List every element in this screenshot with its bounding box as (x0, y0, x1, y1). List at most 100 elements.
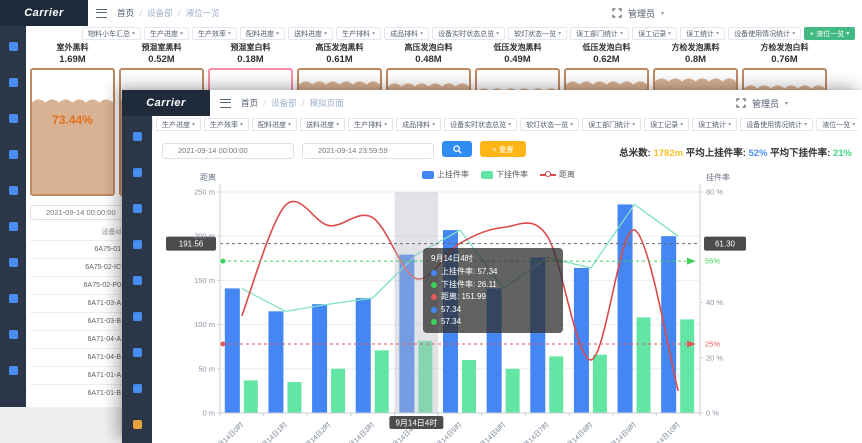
tab-label: 误工记录 (650, 120, 678, 130)
tab-误工部门统计[interactable]: 误工部门统计▾ (582, 118, 641, 131)
start-time-input[interactable] (162, 143, 294, 159)
end-time-input[interactable] (302, 143, 434, 159)
sidebar-toggle-icon[interactable] (96, 9, 107, 18)
active-tab-dot-icon: ● (810, 31, 813, 37)
sidebar-menu-icon[interactable] (133, 240, 142, 249)
user-menu[interactable]: 管理员 (752, 97, 779, 110)
sidebar-menu-icon[interactable] (133, 312, 142, 321)
table-row[interactable]: 6A71-01-A (30, 366, 123, 384)
sidebar-menu-icon[interactable] (9, 42, 18, 51)
chevron-down-icon: ▾ (785, 100, 788, 107)
tab-生产效率[interactable]: 生产效率▾ (204, 118, 249, 131)
card-title: 高压发泡黑料 (297, 42, 382, 53)
sidebar-menu-icon[interactable] (133, 348, 142, 357)
svg-text:0 m: 0 m (202, 409, 215, 418)
sidebar-menu-icon[interactable] (9, 330, 18, 339)
tab-设备实时状态总览[interactable]: 设备实时状态总览▾ (444, 118, 517, 131)
sidebar-menu-icon[interactable] (133, 420, 142, 429)
tab-误工统计[interactable]: 误工统计▾ (680, 27, 725, 40)
tab-误工记录[interactable]: 误工记录▾ (644, 118, 689, 131)
tab-生产排料[interactable]: 生产排料▾ (348, 118, 393, 131)
card-value: 0.8M (653, 54, 738, 65)
sidebar-menu-icon[interactable] (9, 366, 18, 375)
sidebar-menu-icon[interactable] (9, 294, 18, 303)
tab-生产进度[interactable]: 生产进度▾ (144, 27, 189, 40)
user-menu[interactable]: 管理员 (628, 7, 655, 20)
tab-液位一览[interactable]: 液位一览▾ (816, 118, 858, 131)
svg-text:9月14日1时: 9月14日1时 (257, 420, 289, 443)
sidebar-menu-icon[interactable] (133, 276, 142, 285)
tab-配料进度[interactable]: 配料进度▾ (240, 27, 285, 40)
tab-配料进度[interactable]: 配料进度▾ (252, 118, 297, 131)
tab-生产进度[interactable]: 生产进度▾ (156, 118, 201, 131)
table-row[interactable]: 6A71-01-B (30, 384, 123, 402)
sidebar-toggle-icon[interactable] (220, 99, 231, 108)
tab-生产排料[interactable]: 生产排料▾ (336, 27, 381, 40)
sidebar-menu-icon[interactable] (133, 384, 142, 393)
breadcrumb-dept[interactable]: 设备部 (271, 98, 297, 108)
tab-设备实时状态总览[interactable]: 设备实时状态总览▾ (432, 27, 505, 40)
chevron-down-icon: ▾ (432, 121, 435, 128)
legend-item-距离[interactable]: 距离 (540, 169, 575, 180)
tab-误工部门统计[interactable]: 误工部门统计▾ (570, 27, 629, 40)
tab-物料小车汇总[interactable]: 物料小车汇总▾ (152, 118, 153, 131)
legend-item-上挂件率[interactable]: 上挂件率 (422, 169, 469, 180)
tab-成品排料[interactable]: 成品排料▾ (396, 118, 441, 131)
breadcrumb-dept[interactable]: 设备部 (147, 8, 173, 18)
search-icon (453, 145, 462, 154)
sidebar-menu-icon[interactable] (9, 258, 18, 267)
svg-text:9月14日8时: 9月14日8时 (562, 420, 594, 443)
tab-误工记录[interactable]: 误工记录▾ (632, 27, 677, 40)
filter-bar: × 重置 (162, 140, 526, 159)
topbar: 首页 / 设备部 / 模拟页面 (220, 90, 344, 116)
legend-item-下挂件率[interactable]: 下挂件率 (481, 169, 528, 180)
tab-生产效率[interactable]: 生产效率▾ (192, 27, 237, 40)
tab-label: 生产进度 (150, 29, 178, 39)
table-row[interactable]: 6A71-04-B (30, 348, 123, 366)
sidebar-menu-icon[interactable] (9, 78, 18, 87)
tab-液位一览[interactable]: ●液位一览▾ (804, 27, 855, 40)
device-table: 设备id 6A75-016A75-02-IC6A75-02-P06A71-03-… (30, 224, 123, 402)
breadcrumb-home[interactable]: 首页 (241, 98, 258, 108)
sidebar-menu-icon[interactable] (9, 114, 18, 123)
fullscreen-icon[interactable] (736, 98, 746, 108)
chart-canvas[interactable]: 191.5661.3055%25%250 m200 m150 m100 m50 … (122, 168, 862, 443)
search-button[interactable] (442, 141, 472, 157)
tab-软灯状态一览[interactable]: 软灯状态一览▾ (520, 118, 579, 131)
breadcrumb-home[interactable]: 首页 (117, 8, 134, 18)
svg-text:100 m: 100 m (194, 320, 215, 329)
sidebar-menu-icon[interactable] (9, 150, 18, 159)
card-value: 0.48M (386, 54, 471, 65)
chevron-down-icon: ▾ (852, 121, 855, 128)
sidebar-menu-icon[interactable] (9, 222, 18, 231)
sidebar-menu-icon[interactable] (133, 168, 142, 177)
table-row[interactable]: 6A75-02-P0 (30, 276, 123, 294)
tab-bar-clip: 物料小车汇总▾生产进度▾生产效率▾配料进度▾送料进度▾生产排料▾成品排料▾设备实… (152, 118, 858, 131)
table-row[interactable]: 6A71-03-B (30, 312, 123, 330)
svg-text:9月14日0时: 9月14日0时 (213, 420, 245, 443)
chevron-down-icon: ▾ (336, 121, 339, 128)
card-value: 0.76M (742, 54, 827, 65)
hang-rate-distance-chart[interactable]: 上挂件率下挂件率距离 191.5661.3055%25%250 m200 m15… (122, 168, 862, 443)
table-row[interactable]: 6A75-02-IC (30, 258, 123, 276)
sidebar-menu-icon[interactable] (133, 204, 142, 213)
tab-送料进度[interactable]: 送料进度▾ (300, 118, 345, 131)
chevron-down-icon: ▾ (632, 121, 635, 128)
tab-设备使用情况统计[interactable]: 设备使用情况统计▾ (740, 118, 813, 131)
tab-设备使用情况统计[interactable]: 设备使用情况统计▾ (728, 27, 801, 40)
table-row[interactable]: 6A71-03-A (30, 294, 123, 312)
sidebar-menu-icon[interactable] (9, 186, 18, 195)
fullscreen-icon[interactable] (612, 8, 622, 18)
tab-软灯状态一览[interactable]: 软灯状态一览▾ (508, 27, 567, 40)
sidebar-menu-icon[interactable] (133, 132, 142, 141)
chevron-down-icon: ▾ (508, 121, 511, 128)
tab-成品排料[interactable]: 成品排料▾ (384, 27, 429, 40)
tab-物料小车汇总[interactable]: 物料小车汇总▾ (82, 27, 141, 40)
table-row[interactable]: 6A71-04-A (30, 330, 123, 348)
tab-送料进度[interactable]: 送料进度▾ (288, 27, 333, 40)
tab-误工统计[interactable]: 误工统计▾ (692, 118, 737, 131)
card-value: 0.18M (208, 54, 293, 65)
chevron-down-icon: ▾ (276, 30, 279, 37)
table-row[interactable]: 6A75-01 (30, 240, 123, 258)
reset-button[interactable]: × 重置 (480, 141, 526, 157)
